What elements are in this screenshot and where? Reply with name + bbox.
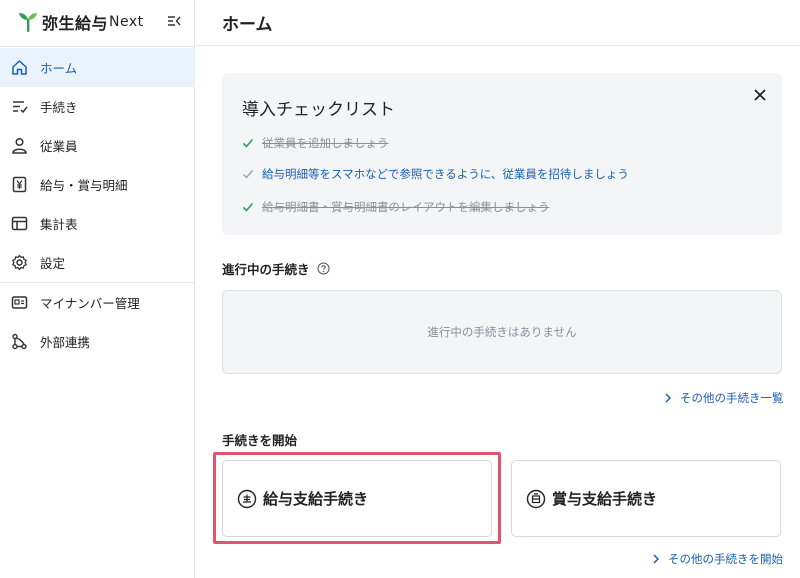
checklist-item-text: 給与明細書・賞与明細書のレイアウトを編集しましょう [262,200,550,214]
sidebar-item-label: 集計表 [40,217,78,232]
sidebar-item-settings[interactable]: 設定 [0,243,195,282]
checklist-title: 導入チェックリスト [242,100,395,120]
empty-message: 進行中の手続きはありません [427,325,577,339]
collapse-sidebar-icon[interactable] [166,13,182,29]
sidebar-item-procedures[interactable]: 手続き [0,87,195,126]
link-label: その他の手続き一覧 [680,391,784,405]
table-icon [10,215,28,233]
salary-procedure-card[interactable]: 給与支給手続き [222,460,492,537]
start-procedures-heading: 手続きを開始 [222,430,297,449]
in-progress-title: 進行中の手続き [222,262,310,277]
sidebar-item-reports[interactable]: 集計表 [0,204,195,243]
yen-document-icon [10,176,28,194]
close-icon[interactable] [752,87,768,103]
checklist-item[interactable]: 従業員を追加しましょう [242,133,389,153]
start-other-procedures-link[interactable]: その他の手続きを開始 [652,551,783,567]
link-nodes-icon [10,333,28,351]
sidebar-item-home[interactable]: ホーム [0,48,195,87]
sidebar-item-label: 従業員 [40,139,78,154]
checklist-item[interactable]: 給与明細書・賞与明細書のレイアウトを編集しましょう [242,197,550,217]
procedure-label: 賞与支給手続き [552,490,658,508]
link-label: その他の手続きを開始 [668,552,783,566]
page-header: ホーム [196,0,800,46]
other-procedures-list-link[interactable]: その他の手続き一覧 [664,390,784,406]
sidebar-item-integrations[interactable]: 外部連携 [0,322,195,361]
chevron-right-icon [653,554,660,564]
sidebar-item-label: 手続き [40,100,78,115]
person-icon [10,137,28,155]
chevron-right-icon [665,393,672,403]
help-icon[interactable] [317,262,330,275]
procedure-label: 給与支給手続き [263,490,369,508]
brand-name: 弥生給与 [42,14,109,33]
gear-icon [10,254,28,272]
sidebar-item-employees[interactable]: 従業員 [0,126,195,165]
checklist-item[interactable]: 給与明細等をスマホなどで参照できるように、従業員を招待しましょう [242,164,629,184]
in-progress-heading: 進行中の手続き [222,259,330,278]
checklist-item-text: 従業員を追加しましょう [262,136,389,150]
brand-suffix: Next [109,14,144,30]
sidebar-nav: ホーム 手続き 従業員 給与・賞与明細 集計表 設定 マイナンバー管理 外部連携 [0,48,195,361]
sidebar-item-label: 給与・賞与明細 [40,178,128,193]
checklist-icon [10,98,28,116]
sidebar-item-label: マイナンバー管理 [40,296,140,311]
check-icon [243,170,254,179]
sidebar-item-label: ホーム [40,61,78,76]
sidebar-item-label: 設定 [40,256,66,271]
sidebar-item-label: 外部連携 [40,335,91,350]
start-procedures-title: 手続きを開始 [222,433,298,448]
page-title: ホーム [222,15,273,35]
home-icon [10,59,28,77]
id-card-icon [10,294,28,312]
bonus-badge-icon [526,489,546,508]
check-icon [242,138,254,148]
sidebar-divider [0,46,195,47]
sidebar-item-payslips[interactable]: 給与・賞与明細 [0,165,195,204]
brand[interactable]: 弥生給与 Next [18,9,144,35]
leaf-logo-icon [19,13,37,32]
checklist-item-link[interactable]: 給与明細等をスマホなどで参照できるように、従業員を招待しましょう [262,166,629,182]
bonus-procedure-card[interactable]: 賞与支給手続き [511,460,781,537]
check-icon [242,202,254,212]
salary-badge-icon [237,489,257,508]
sidebar: 弥生給与 Next ホーム 手続き 従業員 給与・賞与明細 集計表 設定 マイナ… [0,0,195,578]
sidebar-item-my-number[interactable]: マイナンバー管理 [0,283,195,322]
in-progress-empty-state: 進行中の手続きはありません [222,290,782,374]
